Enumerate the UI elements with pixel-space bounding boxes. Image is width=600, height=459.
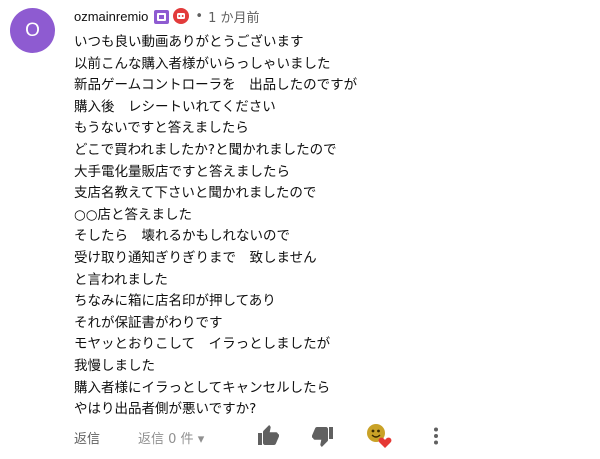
comment-line: ○○店と答えました: [74, 206, 193, 223]
comment-line: と言われました: [74, 271, 168, 288]
comment-line: ちなみに箱に店名印が押してあり: [74, 293, 276, 310]
author-name[interactable]: ozmainremio: [74, 9, 148, 24]
comment-line: 以前こんな購入者様がいらっしゃいました: [74, 55, 331, 72]
comment-actions: 返信 返信 0 件 ▾: [74, 422, 594, 452]
comment-header: ozmainremio • 1 か月前: [74, 6, 260, 26]
comment-line: 我慢しました: [74, 357, 155, 374]
creator-heart-button[interactable]: [366, 423, 392, 449]
chevron-down-icon: ▾: [197, 432, 205, 447]
more-actions-button[interactable]: [424, 424, 448, 448]
thumbs-up-icon: [258, 425, 279, 445]
thumbs-down-icon: [312, 427, 333, 447]
comment-line: 新品ゲームコントローラを 出品したのですが: [74, 77, 358, 94]
comment-line: もうないですと答えましたら: [74, 120, 249, 137]
dislike-button[interactable]: [311, 424, 335, 448]
comment-line: それが保証書がわりです: [74, 314, 223, 331]
creator-badge-icon: [173, 8, 190, 24]
comment-line: 購入者様にイラっとしてキャンセルしたら: [74, 379, 331, 396]
separator-dot: •: [195, 8, 204, 24]
reply-button[interactable]: 返信: [74, 428, 100, 447]
comment-line: どこで買われましたか?と聞かれましたので: [74, 141, 337, 158]
reply-count-label: 返信 0 件: [138, 432, 194, 447]
like-button[interactable]: [256, 424, 280, 448]
comment-timestamp[interactable]: 1 か月前: [208, 7, 259, 26]
avatar[interactable]: O: [10, 8, 55, 53]
replies-toggle[interactable]: 返信 0 件 ▾: [138, 428, 204, 447]
creator-heart-icon: [367, 424, 392, 448]
comment-line: 支店名教えて下さいと聞かれましたので: [74, 185, 317, 202]
comment-line: モヤッとおりこして イラっとしましたが: [74, 336, 331, 353]
comment-line: 受け取り通知ぎりぎりまで 致しません: [74, 249, 317, 266]
comment-body: いつも良い動画ありがとうございます 以前こんな購入者様がいらっしゃいました 新品…: [74, 32, 584, 421]
comment-line: 購入後 レシートいれてください: [74, 98, 276, 115]
avatar-letter: O: [25, 20, 40, 41]
comment-line: 大手電化量販店ですと答えましたら: [74, 163, 290, 180]
comment-line: いつも良い動画ありがとうございます: [74, 34, 304, 50]
comment-line: やはり出品者側が悪いですか?: [74, 401, 257, 418]
member-badge-icon: [154, 9, 170, 24]
more-vertical-icon: [434, 427, 438, 445]
comment-line: そしたら 壊れるかもしれないので: [74, 228, 290, 245]
